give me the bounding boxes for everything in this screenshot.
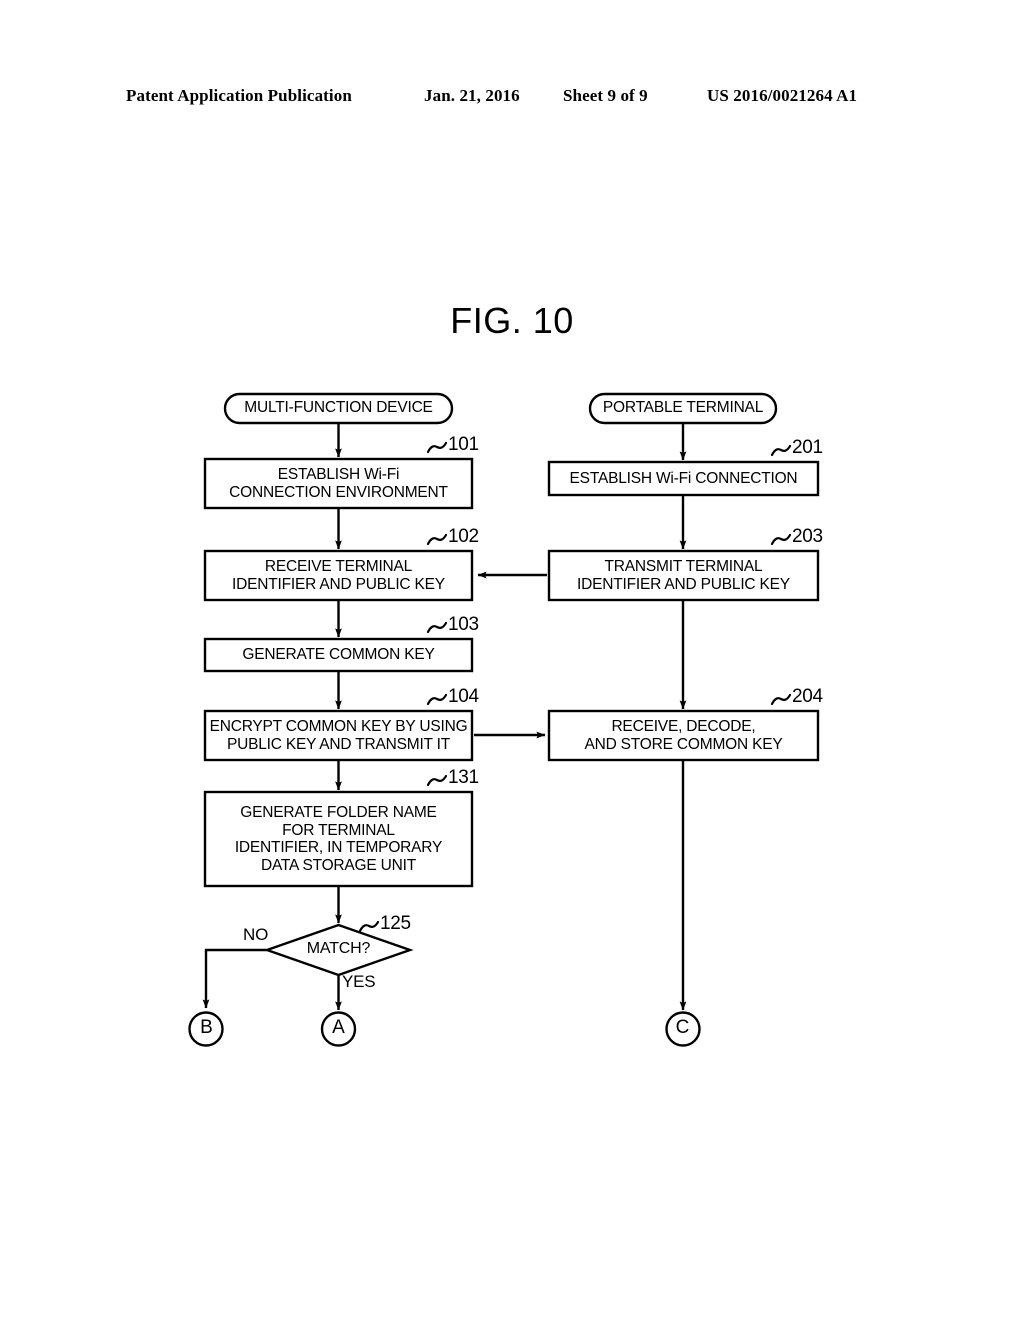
leader-125 xyxy=(358,920,380,933)
ref-num-201: 201 xyxy=(792,437,823,458)
ref-num-125: 125 xyxy=(380,913,411,934)
ref-num-204: 204 xyxy=(792,686,823,707)
branch-label-no: NO xyxy=(243,925,269,944)
lane-label-multi-function-device: MULTI-FUNCTION DEVICE xyxy=(244,399,433,416)
branch-label-yes: YES xyxy=(342,972,376,991)
ref-num-103: 103 xyxy=(448,614,479,635)
connector-c-label: C xyxy=(675,1017,690,1038)
node-125-label: MATCH? xyxy=(306,940,371,957)
leader-103 xyxy=(426,621,448,634)
leader-204 xyxy=(770,693,792,706)
node-104-label: ENCRYPT COMMON KEY BY USING PUBLIC KEY A… xyxy=(209,718,468,753)
node-102-label: RECEIVE TERMINAL IDENTIFIER AND PUBLIC K… xyxy=(232,558,445,593)
node-131-label: GENERATE FOLDER NAME FOR TERMINAL IDENTI… xyxy=(234,804,443,874)
lane-label-portable-terminal: PORTABLE TERMINAL xyxy=(602,399,764,416)
node-204-label: RECEIVE, DECODE, AND STORE COMMON KEY xyxy=(584,718,783,753)
leader-203 xyxy=(770,533,792,546)
node-203-label: TRANSMIT TERMINAL IDENTIFIER AND PUBLIC … xyxy=(577,558,790,593)
ref-num-104: 104 xyxy=(448,686,479,707)
leader-201 xyxy=(770,444,792,457)
ref-num-101: 101 xyxy=(448,434,479,455)
node-101-label: ESTABLISH Wi-Fi CONNECTION ENVIRONMENT xyxy=(229,466,448,501)
node-201-label: ESTABLISH Wi-Fi CONNECTION xyxy=(569,469,798,487)
connector-a-label: A xyxy=(332,1017,345,1038)
flowchart-svg xyxy=(188,392,820,1047)
ref-num-131: 131 xyxy=(448,767,479,788)
connector-b-label: B xyxy=(200,1017,213,1038)
leader-102 xyxy=(426,533,448,546)
flowchart-diagram: MULTI-FUNCTION DEVICE PORTABLE TERMINAL … xyxy=(0,0,1024,1320)
ref-num-102: 102 xyxy=(448,526,479,547)
leader-101 xyxy=(426,441,448,454)
leader-104 xyxy=(426,693,448,706)
leader-131 xyxy=(426,774,448,787)
node-103-label: GENERATE COMMON KEY xyxy=(242,646,435,664)
ref-num-203: 203 xyxy=(792,526,823,547)
arrow-125-no-to-b xyxy=(202,948,267,1009)
